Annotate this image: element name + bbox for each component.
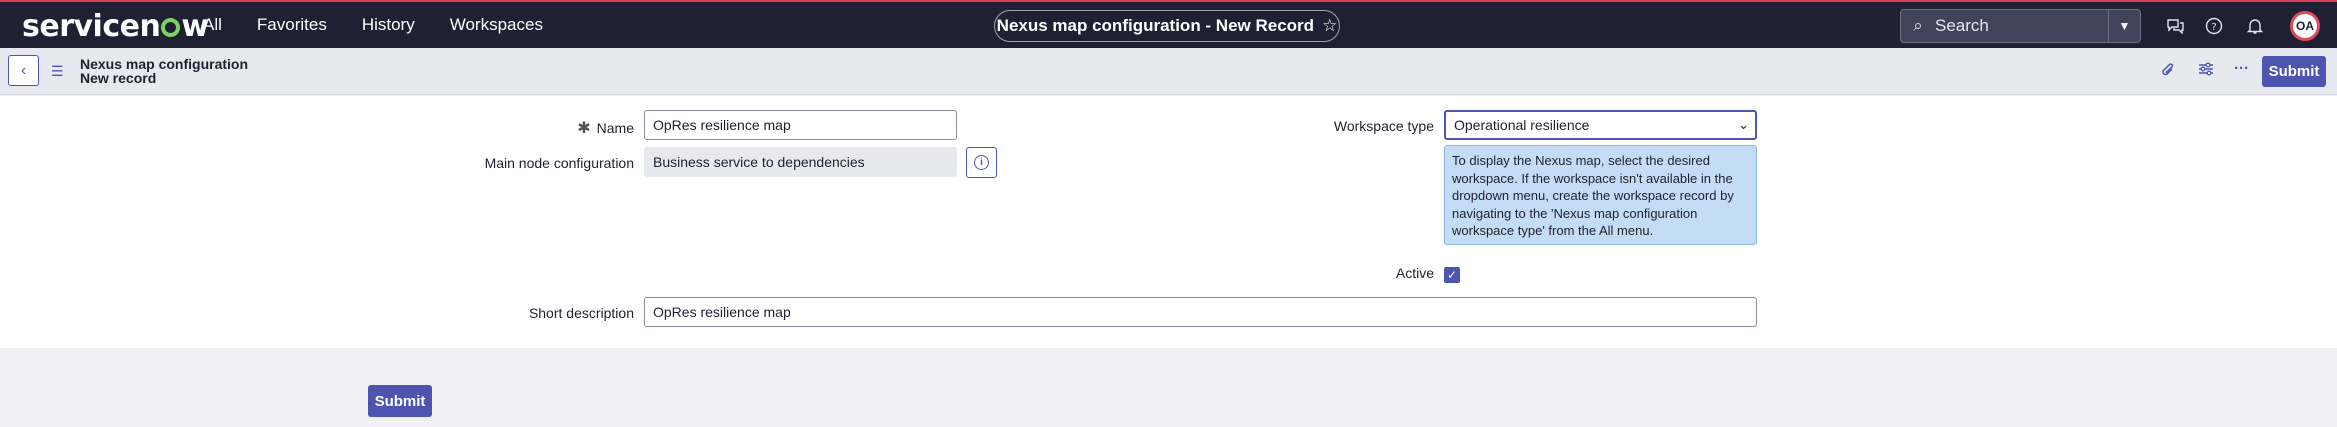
search-scope-dropdown-icon[interactable]: ▼ [2108, 10, 2140, 42]
chevron-left-icon: ‹ [20, 61, 27, 79]
form-title-table: Nexus map configuration [80, 56, 249, 72]
logo-o-ring [161, 18, 181, 37]
chat-icon[interactable] [2165, 16, 2185, 36]
short-description-label: Short description [528, 305, 634, 321]
back-button[interactable]: ‹ [8, 55, 39, 86]
form-footer [0, 348, 2337, 427]
required-asterisk-icon: ✱ [577, 120, 591, 137]
context-menu-icon[interactable]: ☰ [51, 63, 64, 80]
form-title: Nexus map configuration New record [80, 57, 248, 85]
top-navigation-bar: servicen w All Favorites History Workspac… [0, 0, 2337, 48]
form-title-record: New record [80, 70, 157, 86]
chevron-down-icon: ⌄ [1738, 117, 1749, 132]
main-node-configuration-field[interactable]: Business service to dependencies [644, 147, 957, 177]
short-description-input[interactable]: OpRes resilience map [644, 297, 1757, 327]
workspace-type-select[interactable]: Operational resilience ⌄ [1444, 110, 1757, 140]
workspace-type-label: Workspace type [1333, 118, 1434, 134]
main-node-info-button[interactable]: i [966, 147, 997, 178]
nav-links: All Favorites History Workspaces [203, 15, 578, 35]
attachment-paperclip-icon[interactable] [2161, 62, 2175, 82]
global-search[interactable]: ⌕ Search ▼ [1900, 9, 2141, 43]
record-title: Nexus map configuration - New Record [996, 16, 1315, 35]
submit-button-bottom[interactable]: Submit [368, 385, 432, 417]
form-header: ‹ ☰ Nexus map configuration New record ·… [0, 48, 2337, 95]
notifications-bell-icon[interactable] [2245, 16, 2265, 36]
personalize-form-sliders-icon[interactable] [2198, 62, 2214, 80]
name-label: ✱ Name [577, 120, 634, 137]
active-label: Active [1395, 265, 1434, 281]
servicenow-logo[interactable]: servicen w [22, 9, 209, 44]
submit-button-top[interactable]: Submit [2262, 56, 2326, 87]
workspace-type-help-text: To display the Nexus map, select the des… [1444, 145, 1757, 245]
search-icon: ⌕ [1913, 16, 1923, 35]
name-input[interactable]: OpRes resilience map [644, 110, 957, 140]
workspace-type-selected-value: Operational resilience [1454, 117, 1590, 133]
active-checkbox[interactable]: ✓ [1444, 267, 1460, 283]
svg-text:?: ? [2211, 22, 2216, 33]
more-actions-icon[interactable]: ··· [2234, 60, 2249, 77]
checkmark-icon: ✓ [1446, 268, 1458, 282]
favorite-star-icon[interactable]: ☆ [1322, 16, 1337, 36]
record-form: ✱ Name OpRes resilience map Main node con… [0, 96, 2337, 348]
nav-link-all[interactable]: All [203, 15, 222, 35]
help-icon[interactable]: ? [2204, 16, 2224, 36]
info-icon: i [974, 155, 989, 170]
record-title-pill[interactable]: Nexus map configuration - New Record ☆ [994, 10, 1340, 42]
search-input[interactable]: Search [1935, 16, 2108, 36]
nav-link-favorites[interactable]: Favorites [257, 15, 327, 35]
nav-link-workspaces[interactable]: Workspaces [450, 15, 543, 35]
main-node-configuration-label: Main node configuration [484, 155, 634, 171]
nav-link-history[interactable]: History [362, 15, 415, 35]
user-avatar[interactable]: OA [2290, 11, 2320, 41]
